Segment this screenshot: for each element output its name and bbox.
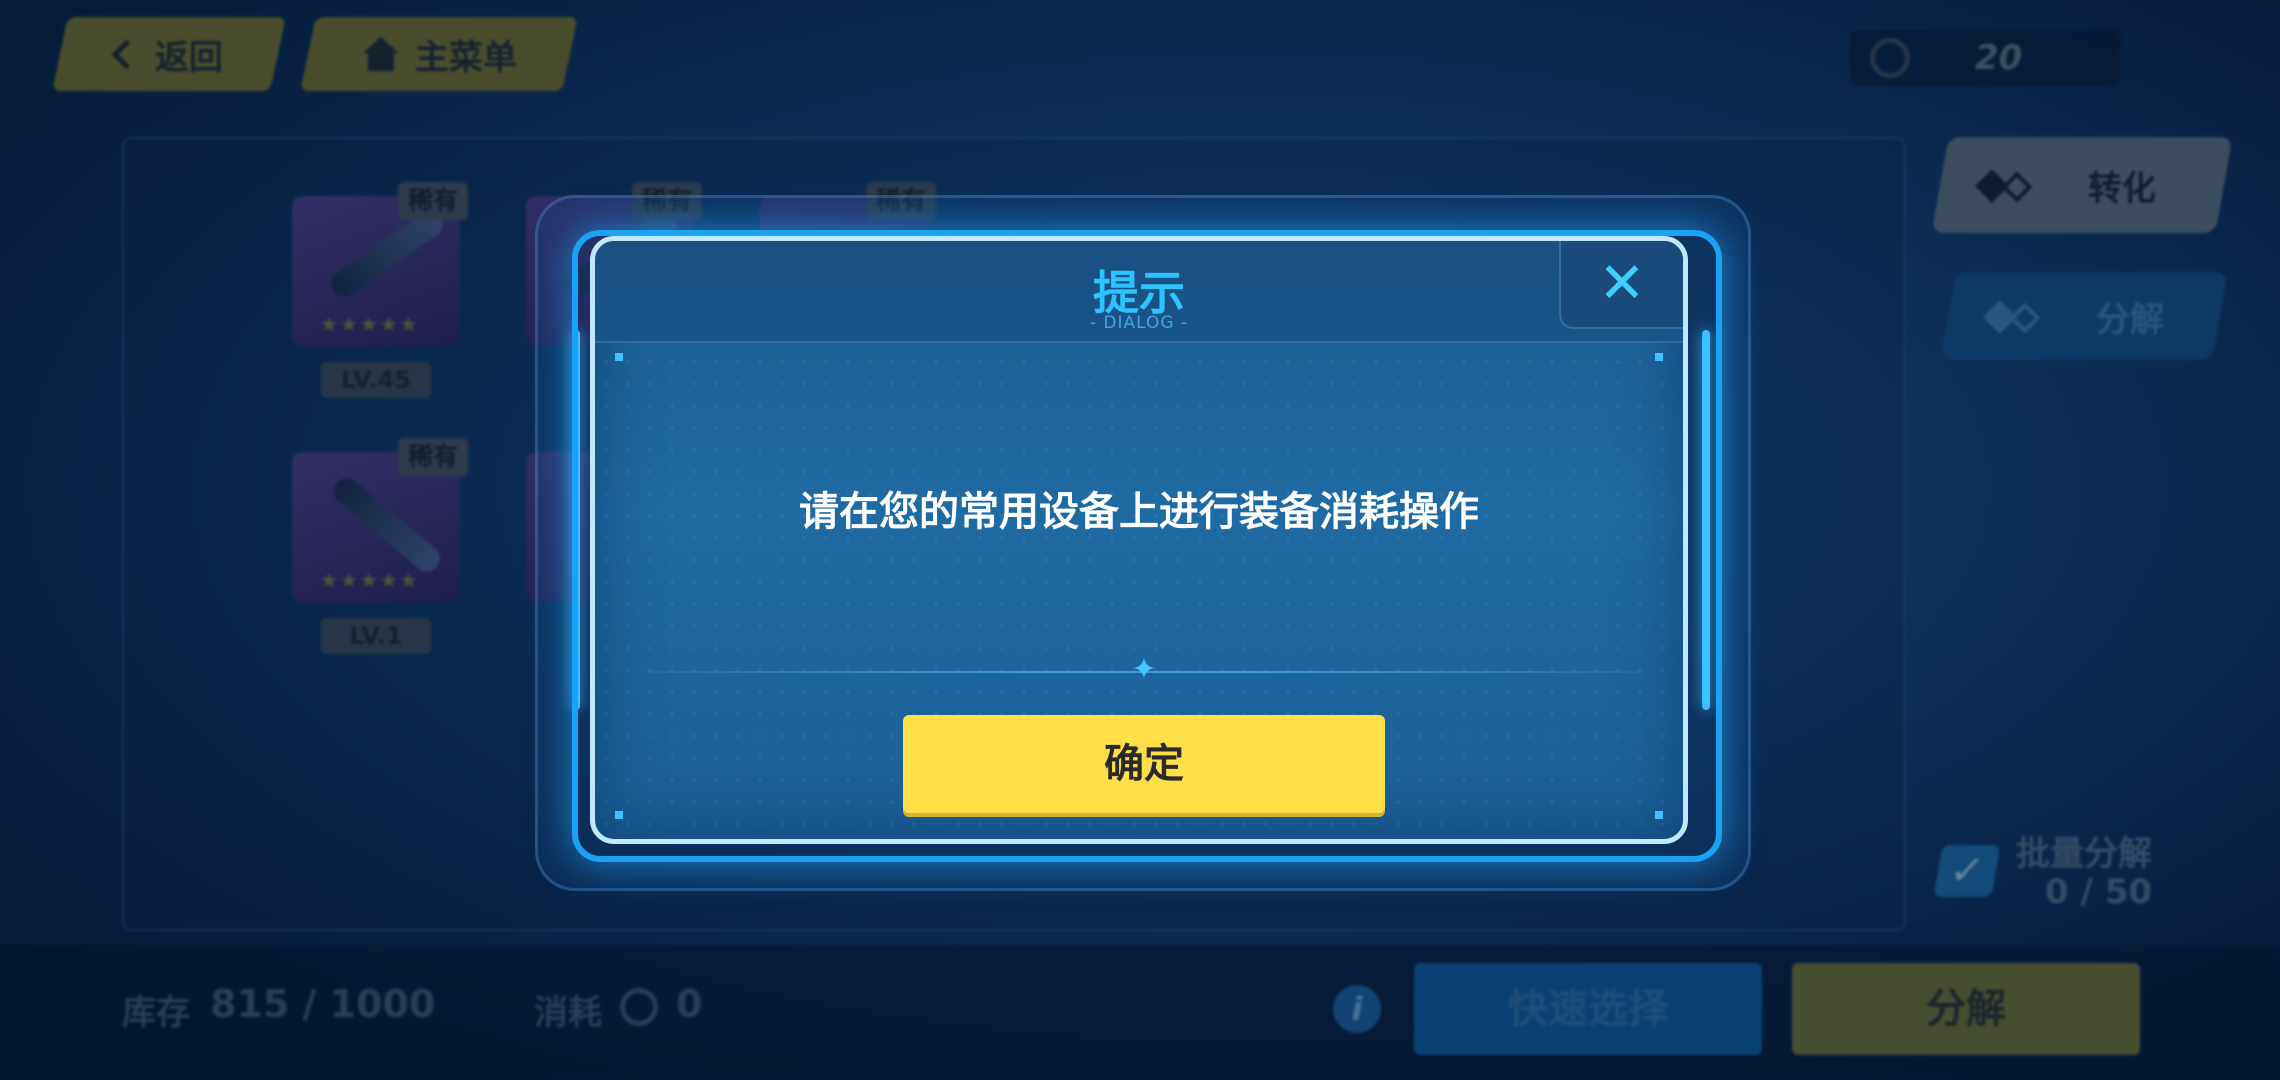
close-button[interactable]: ✕	[1559, 241, 1683, 329]
corner-dot	[615, 353, 623, 361]
corner-dot	[615, 811, 623, 819]
sparkle-icon: ✦	[1131, 652, 1157, 687]
dialog-subtitle: - DIALOG -	[1089, 313, 1189, 333]
dialog-header: 提示 - DIALOG - ✕	[595, 241, 1683, 343]
corner-dot	[1655, 353, 1663, 361]
dialog-message: 请在您的常用设备上进行装备消耗操作	[799, 489, 1479, 535]
game-screen: 返回 主菜单 20 ★★★★★ 稀有 LV.45 稀有 稀有 ★★★★★ 稀有 …	[0, 0, 2280, 1080]
dialog: 提示 - DIALOG - ✕ 请在您的常用设备上进行装备消耗操作 ✦ 确定	[590, 236, 1688, 844]
confirm-button[interactable]: 确定	[903, 715, 1385, 813]
corner-dot	[1655, 811, 1663, 819]
close-icon: ✕	[1598, 251, 1646, 316]
